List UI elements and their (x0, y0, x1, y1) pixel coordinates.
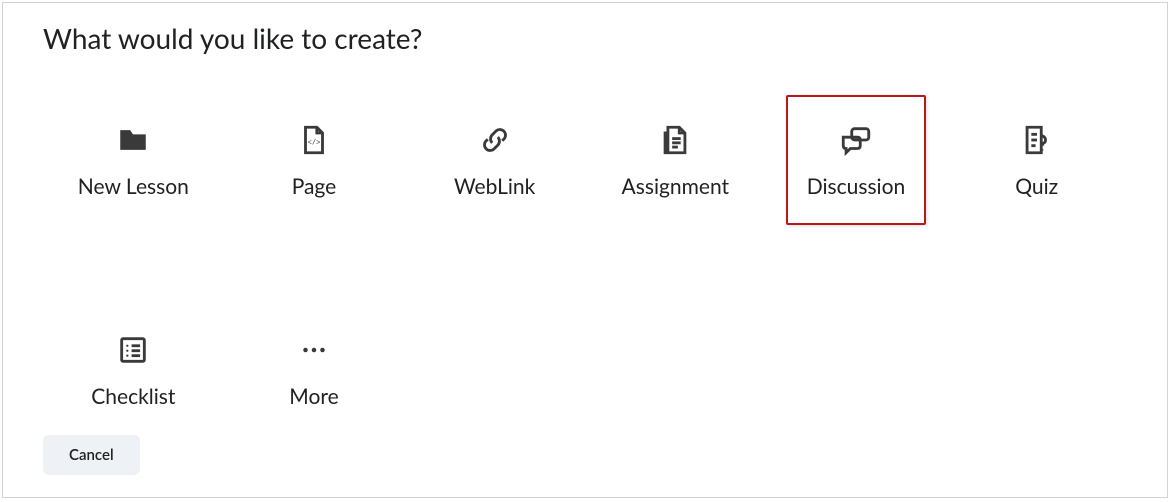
page-icon: </> (296, 122, 332, 158)
assignment-icon (657, 122, 693, 158)
option-label: Checklist (91, 384, 175, 409)
link-icon (477, 122, 513, 158)
option-label: WebLink (454, 174, 535, 199)
option-discussion[interactable]: Discussion (786, 95, 926, 225)
option-quiz[interactable]: Quiz (967, 95, 1107, 225)
discussion-icon (838, 122, 874, 158)
option-more[interactable]: More (244, 305, 384, 435)
dialog-title: What would you like to create? (43, 21, 1127, 55)
option-label: New Lesson (78, 174, 189, 199)
svg-text:</>: </> (308, 139, 321, 147)
options-grid: New Lesson </> Page WebLink (43, 95, 1127, 435)
option-assignment[interactable]: Assignment (605, 95, 745, 225)
option-label: Assignment (622, 174, 730, 199)
more-icon (296, 332, 332, 368)
folder-icon (115, 122, 151, 158)
option-page[interactable]: </> Page (244, 95, 384, 225)
option-label: Page (292, 174, 337, 199)
option-checklist[interactable]: Checklist (63, 305, 203, 435)
option-new-lesson[interactable]: New Lesson (63, 95, 203, 225)
checklist-icon (115, 332, 151, 368)
quiz-icon (1019, 122, 1055, 158)
cancel-button[interactable]: Cancel (43, 435, 140, 475)
option-label: More (289, 384, 338, 409)
option-label: Discussion (807, 174, 905, 199)
option-label: Quiz (1015, 174, 1058, 199)
dialog-footer: Cancel (43, 435, 140, 475)
create-dialog: What would you like to create? New Lesso… (2, 2, 1168, 498)
option-weblink[interactable]: WebLink (425, 95, 565, 225)
